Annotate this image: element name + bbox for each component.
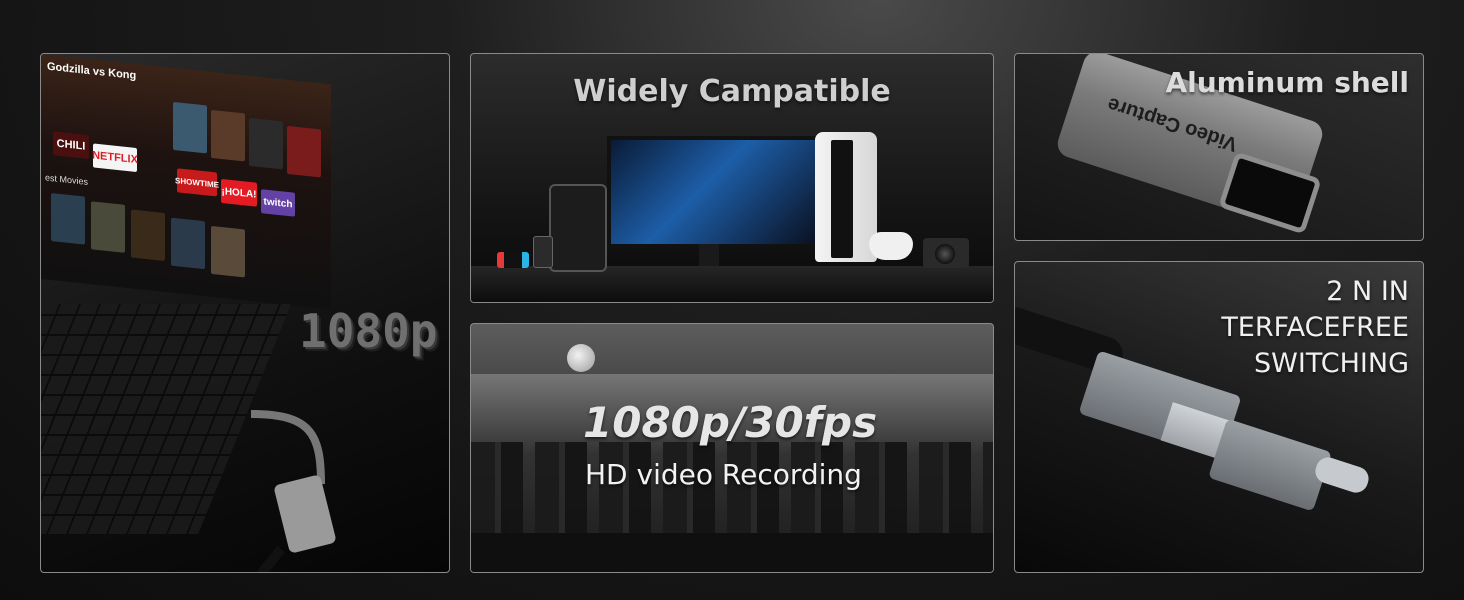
camera-lens (935, 244, 955, 264)
movie-poster (211, 225, 245, 278)
movie-poster (211, 109, 245, 162)
laptop-screen: Godzilla vs Kong CHILI NETFLIX SHOWTIME … (41, 54, 331, 310)
desk-surface (471, 266, 993, 302)
usb-c-adapter-icon (1208, 418, 1332, 512)
handheld-console-icon (497, 252, 529, 268)
switching-panel: 2 N IN TERFACEFREE SWITCHING (1014, 261, 1424, 573)
tile-showtime: SHOWTIME (175, 168, 219, 197)
aluminum-shell-title: Aluminum shell (1165, 66, 1409, 99)
recording-title: 1080p/30fps (583, 398, 878, 447)
switching-title-line: TERFACEFREE (1221, 312, 1409, 343)
movie-poster (91, 201, 125, 253)
movie-poster (131, 209, 165, 262)
phone-icon (533, 236, 553, 268)
compatibility-panel: Widely Campatible (470, 53, 994, 303)
monitor-stand (699, 244, 719, 266)
screen-movie-title: Godzilla vs Kong (47, 60, 137, 83)
moon-icon (567, 344, 595, 372)
hdmi-adapter-icon (250, 410, 336, 572)
movie-poster (51, 193, 85, 245)
switching-title-line: SWITCHING (1254, 348, 1409, 379)
recording-subtitle: HD video Recording (585, 458, 862, 491)
movie-poster (173, 101, 207, 154)
switching-title-line: 2 N IN (1326, 276, 1409, 307)
movie-poster (287, 125, 321, 178)
movie-poster (249, 117, 283, 170)
tablet-icon (549, 184, 607, 272)
tile-twitch: twitch (261, 189, 295, 217)
resolution-badge: 1080p (299, 304, 438, 358)
usb-c-tip (1312, 454, 1372, 496)
switching-title: 2 N IN TERFACEFREE SWITCHING (1221, 274, 1409, 382)
screen-row-label: est Movies (45, 172, 89, 187)
game-console-core (831, 140, 853, 258)
movie-poster (171, 217, 205, 270)
aluminum-shell-panel: Video Capture Aluminum shell (1014, 53, 1424, 241)
tile-chili: CHILI (53, 131, 89, 160)
monitor-icon (607, 136, 821, 248)
compatibility-title: Widely Campatible (573, 74, 891, 109)
tile-netflix: NETFLIX (92, 143, 138, 173)
tile-hola: ¡HOLA! (221, 178, 257, 207)
laptop-panel: Godzilla vs Kong CHILI NETFLIX SHOWTIME … (40, 53, 450, 573)
recording-panel: 1080p/30fps HD video Recording (470, 323, 994, 573)
gamepad-icon (869, 232, 913, 260)
